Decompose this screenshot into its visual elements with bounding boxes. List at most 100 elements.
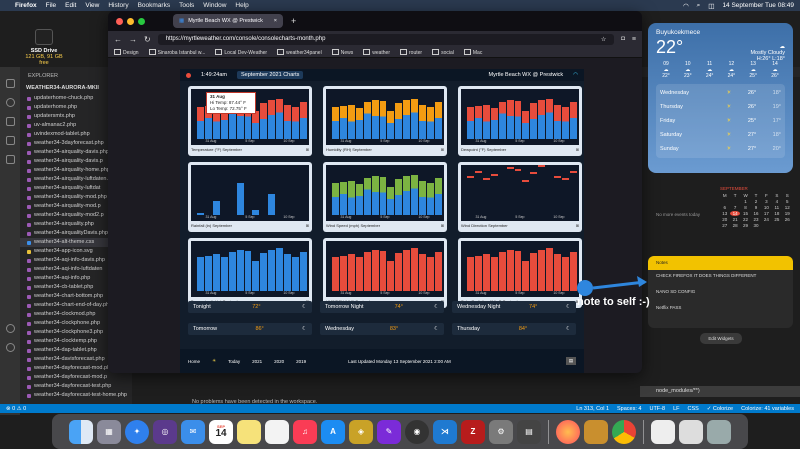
calendar-day[interactable]: 6 xyxy=(720,205,729,210)
menu-icon[interactable]: ≡ xyxy=(632,36,636,43)
calendar-day[interactable]: 24 xyxy=(762,217,771,222)
vscode-icon[interactable]: ⋊ xyxy=(433,419,457,444)
calendar-day[interactable]: 18 xyxy=(772,211,781,216)
calendar-day[interactable] xyxy=(730,199,739,204)
menu-bookmarks[interactable]: Bookmarks xyxy=(138,2,171,9)
footer-2019[interactable]: 2019 xyxy=(296,359,306,364)
finder-icon[interactable] xyxy=(69,419,93,444)
bookmark-item[interactable]: router xyxy=(400,49,422,56)
chart-card[interactable]: 31 Aug 5 Sep 10 Sep Dewpoint (°F) September… xyxy=(458,86,582,156)
new-tab-button[interactable]: + xyxy=(291,16,296,26)
calendar-day[interactable]: 16 xyxy=(751,211,760,216)
calendar-day[interactable]: 1 xyxy=(741,199,750,204)
calendar-day[interactable]: 8 xyxy=(741,205,750,210)
settings-gear-icon[interactable] xyxy=(5,343,15,352)
chrome-icon[interactable] xyxy=(612,419,636,444)
menu-file[interactable]: File xyxy=(46,2,56,9)
footer-today[interactable]: Today xyxy=(228,359,240,364)
encoding[interactable]: UTF-8 xyxy=(649,406,665,412)
calendar-day[interactable]: 17 xyxy=(762,211,771,216)
edit-widgets-button[interactable]: Edit Widgets xyxy=(700,333,742,344)
zoom-window-button[interactable] xyxy=(138,17,145,25)
calendar-day[interactable]: 25 xyxy=(772,217,781,222)
minimize-window-button[interactable] xyxy=(127,17,134,25)
bookmark-item[interactable]: Mac xyxy=(464,49,482,56)
calendar-day[interactable]: 23 xyxy=(751,217,760,222)
calendar-day[interactable]: 29 xyxy=(741,223,750,228)
search-icon[interactable] xyxy=(5,98,15,107)
calendar-day[interactable]: 3 xyxy=(762,199,771,204)
dock-folder-icon[interactable] xyxy=(584,419,608,444)
expand-icon[interactable]: ⊞ xyxy=(306,223,309,228)
calendar-day[interactable]: 9 xyxy=(751,205,760,210)
expand-icon[interactable]: ⊞ xyxy=(306,147,309,152)
bookmark-star-icon[interactable]: ☆ xyxy=(601,36,606,43)
expand-icon[interactable]: ⊞ xyxy=(441,223,444,228)
menu-window[interactable]: Window xyxy=(203,2,226,9)
chart-card[interactable]: 31 Aug 5 Sep 10 Sep Rainfall (in) September… xyxy=(188,162,312,232)
colorize-toggle[interactable]: ✓ Colorize xyxy=(707,406,733,412)
ssd-drive[interactable]: SSD Drive 121 GB, 91 GB free xyxy=(24,29,64,66)
calendar-icon[interactable]: SEP 14 xyxy=(209,419,233,444)
footer-2020[interactable]: 2020 xyxy=(274,359,284,364)
calendar-day[interactable]: 30 xyxy=(751,223,760,228)
theme-toggle-icon[interactable]: ▤ xyxy=(565,357,576,365)
calendar-widget[interactable]: SEPTEMBER M T W T F S S 1 2 3 4 5 6 7 8 9 10 11 12 13 14 15 16… xyxy=(720,186,792,246)
calendar-day[interactable]: 15 xyxy=(741,211,750,216)
bookmark-item[interactable]: Sinaroba Istanbul w... xyxy=(149,49,206,56)
document-icon[interactable] xyxy=(651,419,675,444)
close-window-button[interactable] xyxy=(116,17,123,25)
calendar-day[interactable] xyxy=(720,199,729,204)
wifi-icon[interactable]: ◠ xyxy=(683,2,689,10)
downloads-stack-icon[interactable] xyxy=(679,419,703,444)
bookmark-item[interactable]: Local Dev-Weather xyxy=(215,49,267,56)
expand-icon[interactable]: ⊞ xyxy=(576,223,579,228)
calendar-day[interactable]: 2 xyxy=(751,199,760,204)
reload-icon[interactable]: ↻ xyxy=(144,35,151,44)
app-name[interactable]: Firefox xyxy=(15,2,37,9)
calendar-day[interactable]: 19 xyxy=(783,211,792,216)
file-item[interactable]: weather34-dayforecast-test.php xyxy=(20,382,132,391)
control-center-icon[interactable]: ◫ xyxy=(708,2,714,10)
sketch-icon[interactable]: ◈ xyxy=(349,419,373,444)
back-icon[interactable]: ← xyxy=(114,35,122,44)
extensions-icon[interactable] xyxy=(5,155,15,164)
weather-icon[interactable]: ☀ xyxy=(212,358,216,364)
bookmark-item[interactable]: Design xyxy=(114,49,139,56)
calendar-day[interactable]: 11 xyxy=(772,205,781,210)
safari-icon[interactable]: ✦ xyxy=(125,419,149,444)
activity-monitor-icon[interactable]: ▤ xyxy=(517,419,541,444)
appstore-icon[interactable]: A xyxy=(321,419,345,444)
pocket-icon[interactable]: ◘ xyxy=(621,36,625,42)
trash-icon[interactable] xyxy=(707,419,731,444)
menu-help[interactable]: Help xyxy=(235,2,248,9)
terminal-filter[interactable]: node_modules/**) xyxy=(640,386,800,397)
chart-card[interactable]: 31 Aug 5 Sep 10 Sep Wind Direction Septembe… xyxy=(458,162,582,232)
github-icon[interactable]: ◉ xyxy=(405,419,429,444)
files-icon[interactable] xyxy=(5,79,15,88)
calendar-day[interactable]: 12 xyxy=(783,205,792,210)
calendar-day[interactable]: 21 xyxy=(730,217,739,222)
note-item[interactable]: CHECK FIREFOX IT DOES THINGS DIFFERENT xyxy=(648,270,793,286)
line-ending[interactable]: LF xyxy=(673,406,679,412)
language-mode[interactable]: CSS xyxy=(687,406,698,412)
calendar-day[interactable]: 20 xyxy=(720,217,729,222)
note-item[interactable]: Netflix PASS xyxy=(648,302,793,318)
launchpad-icon[interactable]: ▦ xyxy=(97,419,121,444)
clock-text[interactable]: 14 September Tue 08:49 xyxy=(722,2,794,9)
chart-card[interactable]: 31 Aug5 Sep10 SepUVINDEX (UVI) September… xyxy=(323,238,447,308)
chart-card[interactable]: 31 Aug5 Sep10 SepBarometer (inHg) Septem… xyxy=(188,238,312,308)
filezilla-icon[interactable]: Z xyxy=(461,419,485,444)
weather-widget[interactable]: Buyukcekmece 22° ☁ Mostly Cloudy H:26° L… xyxy=(648,23,793,173)
notes-widget[interactable]: Notes CHECK FIREFOX IT DOES THINGS DIFFE… xyxy=(648,256,793,328)
calendar-day[interactable]: 10 xyxy=(762,205,771,210)
chart-card[interactable]: 31 Aug 5 Sep 10 Sep Wind Speed (mph) Septem… xyxy=(323,162,447,232)
footer-home[interactable]: Home xyxy=(188,359,200,364)
colorize-vars[interactable]: Colorize: 41 variables xyxy=(741,406,794,412)
bookmark-item[interactable]: weather34panel xyxy=(277,49,322,56)
note-item[interactable]: NANO SD CONFIG xyxy=(648,286,793,302)
calendar-day[interactable]: 28 xyxy=(730,223,739,228)
menu-tools[interactable]: Tools xyxy=(179,2,194,9)
bookmark-item[interactable]: social xyxy=(432,49,454,56)
calendar-day[interactable]: 26 xyxy=(783,217,792,222)
